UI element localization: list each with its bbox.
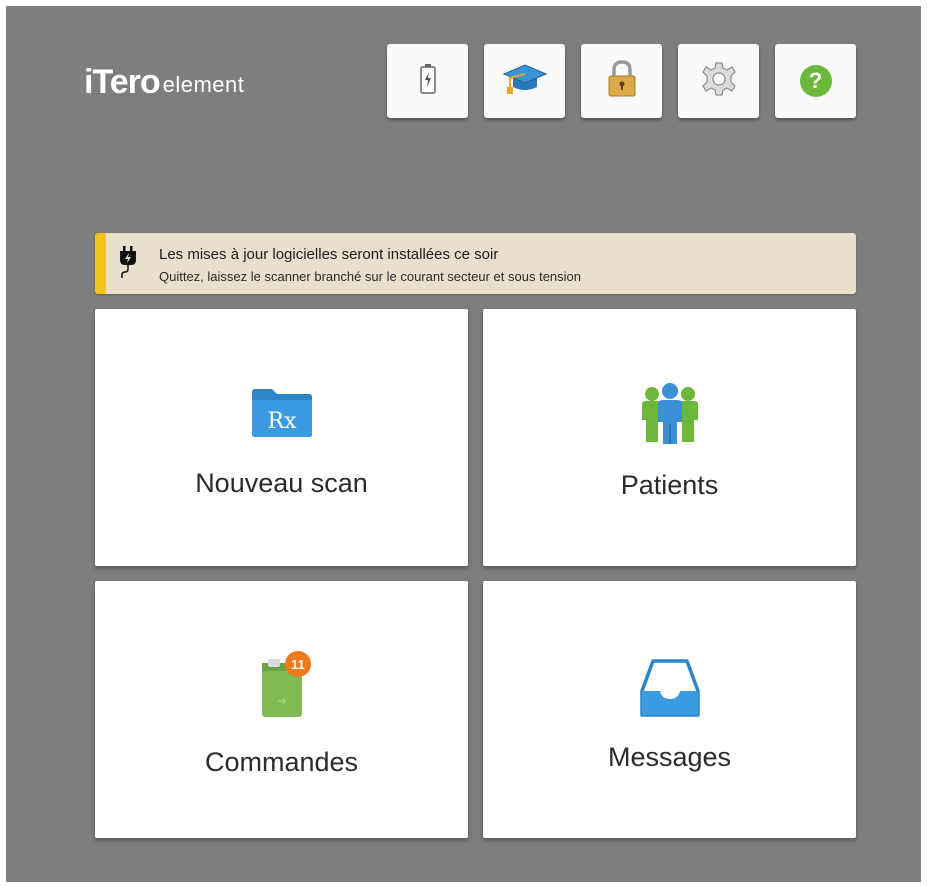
logo-main-text: iTero: [84, 63, 161, 101]
graduation-cap-icon: [502, 60, 548, 103]
rx-folder-text: Rx: [267, 409, 297, 434]
help-button[interactable]: ?: [775, 44, 856, 118]
help-question-icon: ?: [799, 65, 832, 97]
messages-tile[interactable]: Messages: [483, 581, 856, 838]
new-scan-label: Nouveau scan: [195, 468, 368, 498]
inbox-tray-icon: [638, 655, 702, 722]
update-notification-banner: Les mises à jour logicielles seront inst…: [95, 233, 856, 294]
messages-label: Messages: [607, 742, 732, 772]
battery-button[interactable]: [387, 44, 468, 118]
gear-icon: [701, 61, 737, 102]
rx-folder-icon: Rx: [250, 388, 314, 443]
power-plug-icon: [119, 246, 137, 283]
orders-tile[interactable]: Commandes: [95, 581, 468, 838]
patients-tile[interactable]: Patients: [483, 309, 856, 566]
logo-sub-text: element: [162, 72, 245, 97]
notification-message: Quittez, laissez le scanner branché sur …: [159, 269, 581, 284]
help-question-mark: ?: [808, 68, 823, 93]
training-button[interactable]: [484, 44, 565, 118]
patients-group-icon: [638, 382, 702, 449]
patients-label: Patients: [620, 470, 719, 500]
lock-button[interactable]: [581, 44, 662, 118]
new-scan-tile[interactable]: Rx Nouveau scan: [95, 309, 468, 566]
settings-button[interactable]: [678, 44, 759, 118]
battery-charging-icon: [419, 63, 436, 99]
orders-count-badge: 11: [285, 651, 311, 677]
padlock-icon: [607, 59, 637, 103]
notification-title: Les mises à jour logicielles seront inst…: [159, 246, 499, 263]
orders-label: Commandes: [204, 747, 359, 777]
itero-logo: iTero element: [84, 52, 244, 102]
